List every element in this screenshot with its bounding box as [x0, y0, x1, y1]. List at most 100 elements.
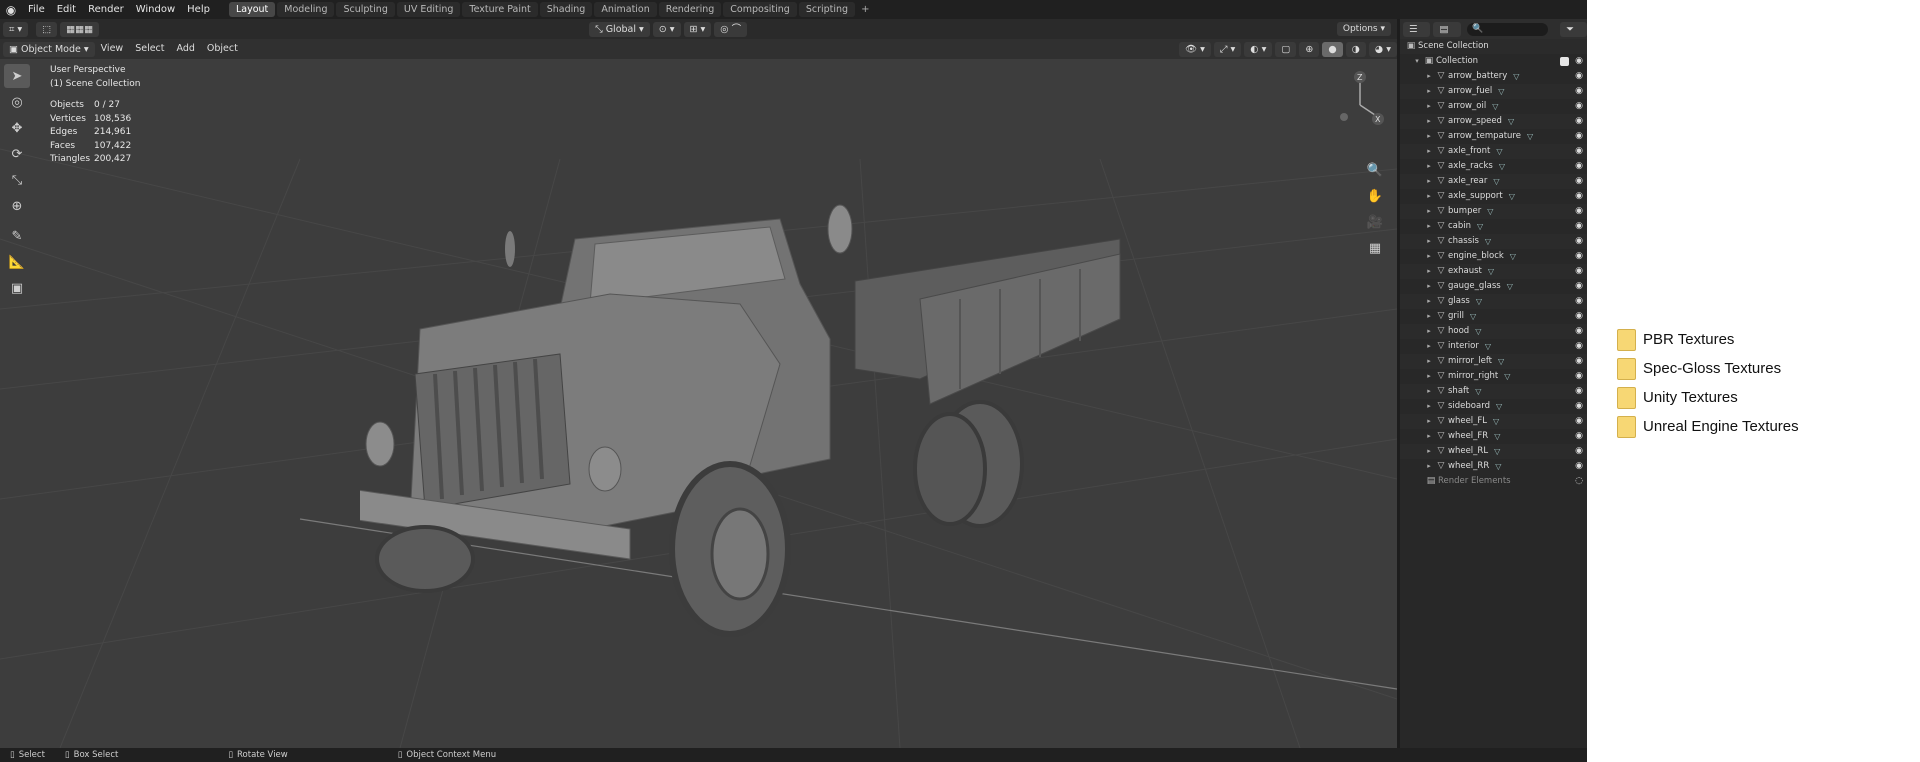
- outliner-object-row[interactable]: ▸ ▽ cabin ▽ ◉: [1400, 219, 1587, 234]
- expand-arrow-icon[interactable]: ▸: [1424, 369, 1434, 384]
- mesh-data-icon[interactable]: ▽: [1495, 459, 1501, 474]
- outliner-object-row[interactable]: ▸ ▽ axle_racks ▽ ◉: [1400, 159, 1587, 174]
- outliner-object-row[interactable]: ▸ ▽ axle_front ▽ ◉: [1400, 144, 1587, 159]
- transform-icon[interactable]: ⊕: [4, 194, 30, 218]
- eye-icon[interactable]: ◉: [1575, 444, 1583, 459]
- outliner-object-row[interactable]: ▸ ▽ exhaust ▽ ◉: [1400, 264, 1587, 279]
- mesh-data-icon[interactable]: ▽: [1488, 264, 1494, 279]
- expand-arrow-icon[interactable]: ▸: [1424, 69, 1434, 84]
- expand-arrow-icon[interactable]: ▸: [1424, 99, 1434, 114]
- folder-item[interactable]: Unreal Engine Textures: [1617, 412, 1799, 441]
- outliner-search-input[interactable]: 🔍: [1467, 22, 1549, 36]
- select-cursor-icon[interactable]: ➤: [4, 64, 30, 88]
- outliner-object-row[interactable]: ▸ ▽ shaft ▽ ◉: [1400, 384, 1587, 399]
- expand-arrow-icon[interactable]: ▸: [1424, 129, 1434, 144]
- eye-icon[interactable]: ◉: [1575, 279, 1583, 294]
- eye-icon[interactable]: ◉: [1575, 429, 1583, 444]
- eye-icon[interactable]: ◉: [1575, 249, 1583, 264]
- eye-icon[interactable]: ◉: [1575, 144, 1583, 159]
- expand-arrow-icon[interactable]: ▸: [1424, 159, 1434, 174]
- xray-icon[interactable]: ▢: [1275, 41, 1297, 57]
- gizmo-icon[interactable]: ⤢ ▾: [1213, 41, 1242, 57]
- outliner-object-row[interactable]: ▸ ▽ wheel_RL ▽ ◉: [1400, 444, 1587, 459]
- outliner-object-row[interactable]: ▸ ▽ axle_rear ▽ ◉: [1400, 174, 1587, 189]
- eye-icon[interactable]: ◉: [1575, 189, 1583, 204]
- expand-arrow-icon[interactable]: ▾: [1412, 54, 1422, 69]
- mesh-data-icon[interactable]: ▽: [1477, 219, 1483, 234]
- outliner-object-row[interactable]: ▸ ▽ mirror_left ▽ ◉: [1400, 354, 1587, 369]
- overlays-icon[interactable]: ◐ ▾: [1244, 41, 1273, 57]
- expand-arrow-icon[interactable]: ▸: [1424, 339, 1434, 354]
- mesh-data-icon[interactable]: ▽: [1504, 369, 1510, 384]
- outliner-object-row[interactable]: ▸ ▽ arrow_oil ▽ ◉: [1400, 99, 1587, 114]
- cursor-icon[interactable]: ◎: [4, 90, 30, 114]
- outliner-object-row[interactable]: ▸ ▽ arrow_speed ▽ ◉: [1400, 114, 1587, 129]
- eye-icon[interactable]: ◉: [1575, 309, 1583, 324]
- eye-icon[interactable]: ◉: [1575, 339, 1583, 354]
- outliner-object-row[interactable]: ▸ ▽ sideboard ▽ ◉: [1400, 399, 1587, 414]
- expand-arrow-icon[interactable]: ▸: [1424, 324, 1434, 339]
- mesh-data-icon[interactable]: ▽: [1508, 114, 1514, 129]
- eye-icon[interactable]: ◉: [1575, 264, 1583, 279]
- outliner-object-row[interactable]: ▸ ▽ arrow_battery ▽ ◉: [1400, 69, 1587, 84]
- expand-arrow-icon[interactable]: ▸: [1424, 144, 1434, 159]
- expand-arrow-icon[interactable]: ▸: [1424, 84, 1434, 99]
- menu-object[interactable]: Object: [201, 39, 244, 59]
- exclude-checkbox[interactable]: [1560, 57, 1569, 66]
- mesh-data-icon[interactable]: ▽: [1485, 234, 1491, 249]
- outliner-object-row[interactable]: ▸ ▽ arrow_fuel ▽ ◉: [1400, 84, 1587, 99]
- display-mode-icon[interactable]: ▤ ▾: [1433, 21, 1462, 50]
- tab-shading[interactable]: Shading: [539, 2, 593, 17]
- outliner-object-row[interactable]: ▸ ▽ wheel_RR ▽ ◉: [1400, 459, 1587, 474]
- mesh-data-icon[interactable]: ▽: [1475, 384, 1481, 399]
- expand-arrow-icon[interactable]: ▸: [1424, 279, 1434, 294]
- outliner-object-row[interactable]: ▸ ▽ chassis ▽ ◉: [1400, 234, 1587, 249]
- scene-collection-row[interactable]: ▣ Scene Collection: [1400, 39, 1587, 54]
- eye-icon[interactable]: ◌: [1575, 474, 1583, 489]
- shading-rendered-icon[interactable]: ◕ ▾: [1368, 41, 1397, 57]
- expand-arrow-icon[interactable]: ▸: [1424, 429, 1434, 444]
- mesh-data-icon[interactable]: ▽: [1498, 354, 1504, 369]
- tab-uv-editing[interactable]: UV Editing: [396, 2, 461, 17]
- eye-icon[interactable]: ◉: [1575, 99, 1583, 114]
- menu-select[interactable]: Select: [129, 39, 170, 59]
- expand-arrow-icon[interactable]: ▸: [1424, 204, 1434, 219]
- eye-icon[interactable]: ◉: [1575, 369, 1583, 384]
- eye-icon[interactable]: ◉: [1575, 84, 1583, 99]
- scale-icon[interactable]: ⤡: [4, 168, 30, 192]
- expand-arrow-icon[interactable]: ▸: [1424, 384, 1434, 399]
- tab-modeling[interactable]: Modeling: [277, 2, 335, 17]
- truck-model[interactable]: [360, 189, 1140, 689]
- 3d-viewport[interactable]: ⌗ ▾ ⬚ ▦▦▦ ⤡ Global ▾ ⊙ ▾ ⊞ ▾ ◎ ⌒ Options…: [0, 19, 1397, 748]
- expand-arrow-icon[interactable]: ▸: [1424, 189, 1434, 204]
- orientation-dropdown[interactable]: ⤡ Global ▾: [589, 21, 650, 37]
- expand-arrow-icon[interactable]: ▸: [1424, 294, 1434, 309]
- menu-file[interactable]: File: [22, 0, 51, 19]
- eye-icon[interactable]: ◉: [1575, 384, 1583, 399]
- eye-icon[interactable]: ◉: [1575, 324, 1583, 339]
- options-dropdown[interactable]: Options ▾: [1336, 22, 1391, 36]
- mesh-data-icon[interactable]: ▽: [1487, 204, 1493, 219]
- expand-arrow-icon[interactable]: ▸: [1424, 399, 1434, 414]
- eye-icon[interactable]: ◉: [1575, 114, 1583, 129]
- menu-add[interactable]: Add: [171, 39, 201, 59]
- collection-row[interactable]: ▾ ▣ Collection ◉: [1400, 54, 1587, 69]
- mesh-data-icon[interactable]: ▽: [1494, 429, 1500, 444]
- proportional-edit-icon[interactable]: ◎ ⌒: [714, 21, 748, 37]
- mesh-data-icon[interactable]: ▽: [1496, 144, 1502, 159]
- menu-render[interactable]: Render: [82, 0, 130, 19]
- selection-mode-icon[interactable]: ▦▦▦: [60, 21, 100, 37]
- mesh-data-icon[interactable]: ▽: [1496, 399, 1502, 414]
- tab-compositing[interactable]: Compositing: [723, 2, 797, 17]
- expand-arrow-icon[interactable]: ▸: [1424, 309, 1434, 324]
- eye-icon[interactable]: ◉: [1575, 234, 1583, 249]
- menu-help[interactable]: Help: [181, 0, 216, 19]
- outliner-object-row[interactable]: ▸ ▽ bumper ▽ ◉: [1400, 204, 1587, 219]
- mesh-data-icon[interactable]: ▽: [1498, 84, 1504, 99]
- menu-view[interactable]: View: [95, 39, 130, 59]
- pivot-icon[interactable]: ⊙ ▾: [652, 21, 681, 37]
- expand-arrow-icon[interactable]: ▸: [1424, 444, 1434, 459]
- zoom-icon[interactable]: 🔍: [1362, 158, 1388, 182]
- tab-texture-paint[interactable]: Texture Paint: [462, 2, 538, 17]
- eye-icon[interactable]: ◉: [1575, 174, 1583, 189]
